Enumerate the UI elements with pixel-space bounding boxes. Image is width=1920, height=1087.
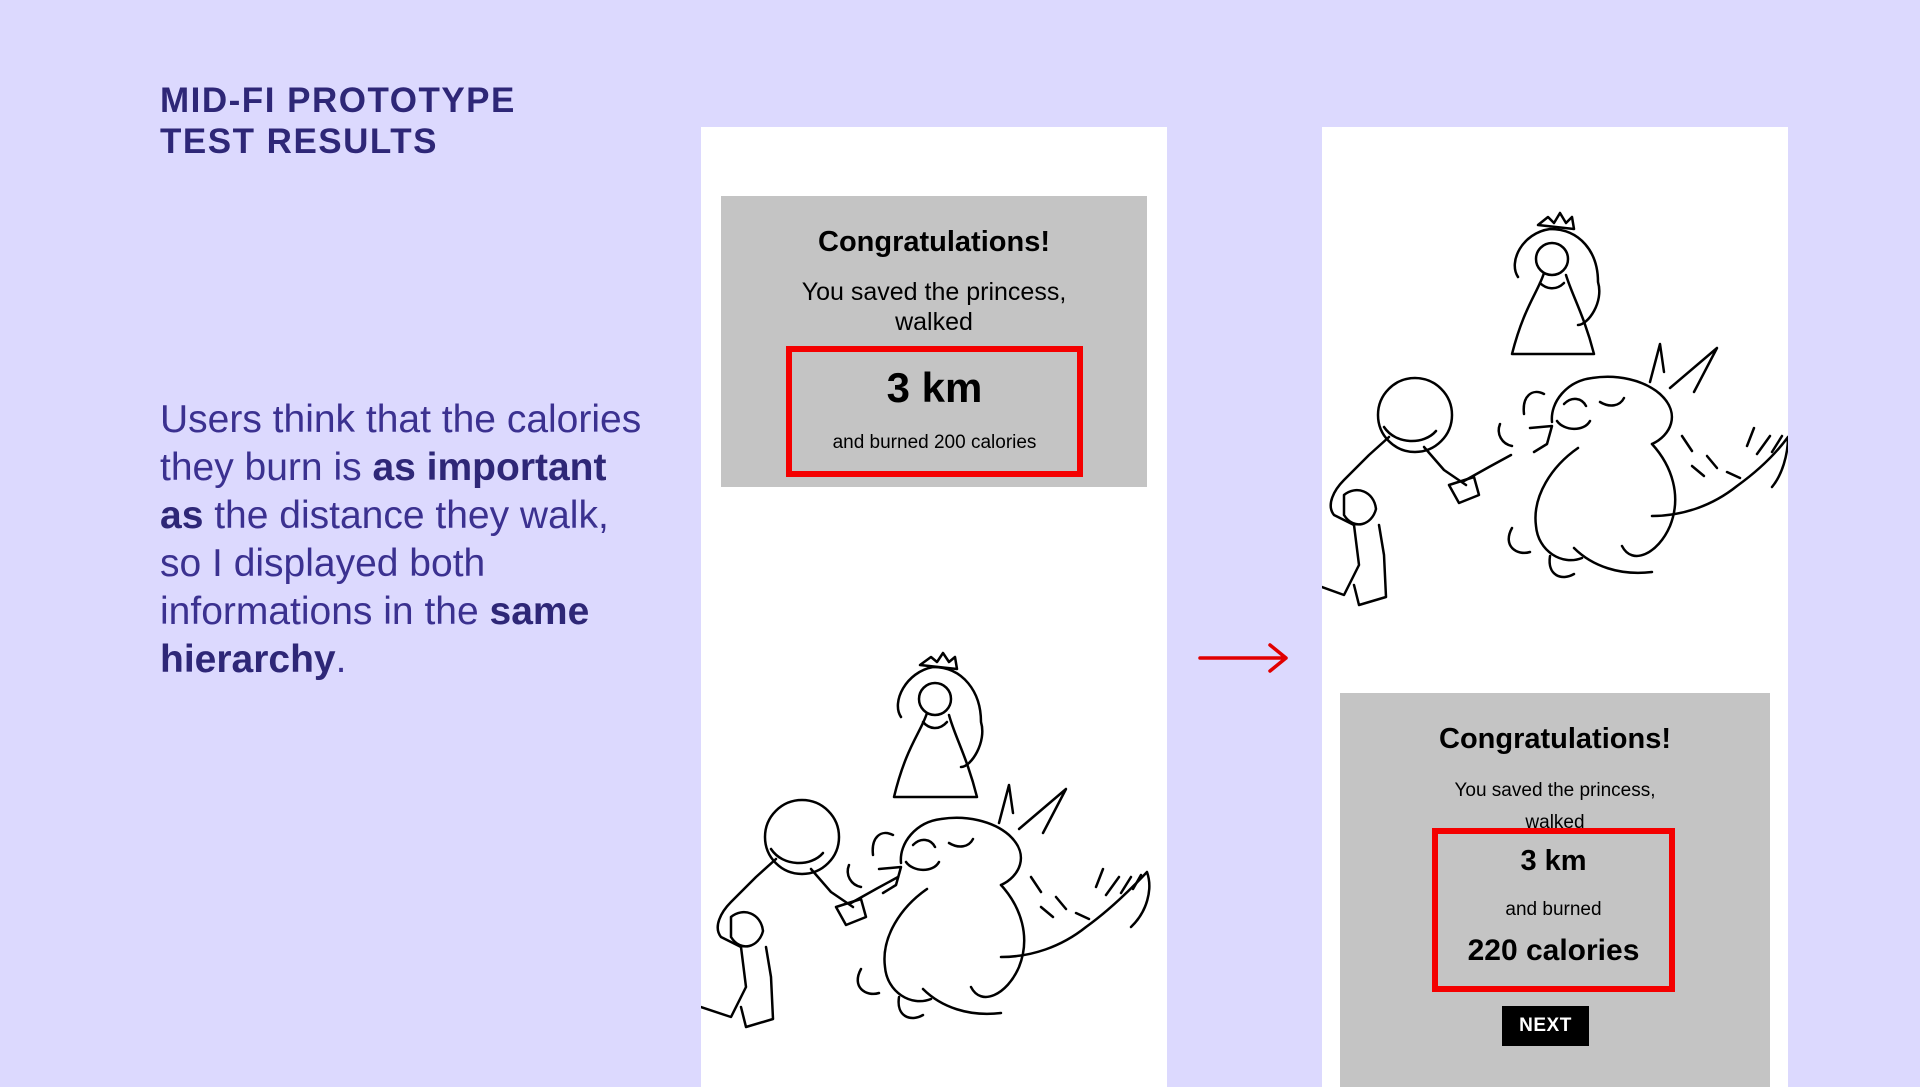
impact-marks-top [1522, 390, 1546, 416]
desc-part-3: . [335, 638, 347, 681]
calories-text: and burned 200 calories [832, 432, 1037, 453]
princess-illustration [1510, 211, 1601, 356]
impact-marks-left [1497, 422, 1514, 448]
calories-value: 220 calories [1467, 934, 1640, 967]
phone-mockup-before: Congratulations! You saved the princess,… [701, 127, 1167, 1087]
distance-value: 3 km [1520, 845, 1587, 877]
knight-illustration [1322, 376, 1513, 607]
dragon-illustration [1507, 342, 1788, 579]
next-button[interactable]: NEXT [1502, 1006, 1589, 1046]
result-card-before: Congratulations! You saved the princess,… [721, 196, 1147, 487]
dragon-illustration [856, 783, 1151, 1020]
highlight-box-after: 3 km and burned 220 calories [1432, 828, 1675, 992]
title-line-2: TEST RESULTS [160, 122, 438, 161]
impact-marks-left [846, 863, 863, 889]
phone-mockup-after: Congratulations! You saved the princess,… [1322, 127, 1788, 1087]
congrats-heading: Congratulations! [818, 226, 1050, 258]
distance-value: 3 km [886, 364, 983, 411]
knight-dragon-illustration [701, 651, 1151, 1029]
title-line-1: MID-FI PROTOTYPE [160, 81, 516, 120]
highlight-box-before: 3 km and burned 200 calories [786, 346, 1083, 477]
right-arrow-icon [1198, 643, 1288, 673]
knight-dragon-illustration-after [1322, 211, 1788, 607]
slide-title: MID-FI PROTOTYPE TEST RESULTS [160, 80, 516, 162]
congrats-heading: Congratulations! [1439, 723, 1671, 755]
impact-marks-top [871, 831, 895, 857]
saved-princess-text: You saved the princess, walked [801, 278, 1067, 336]
princess-illustration [892, 651, 984, 799]
result-card-after: Congratulations! You saved the princess,… [1340, 693, 1770, 1087]
burned-label: and burned [1505, 899, 1602, 920]
description-text: Users think that the calories they burn … [160, 396, 660, 684]
